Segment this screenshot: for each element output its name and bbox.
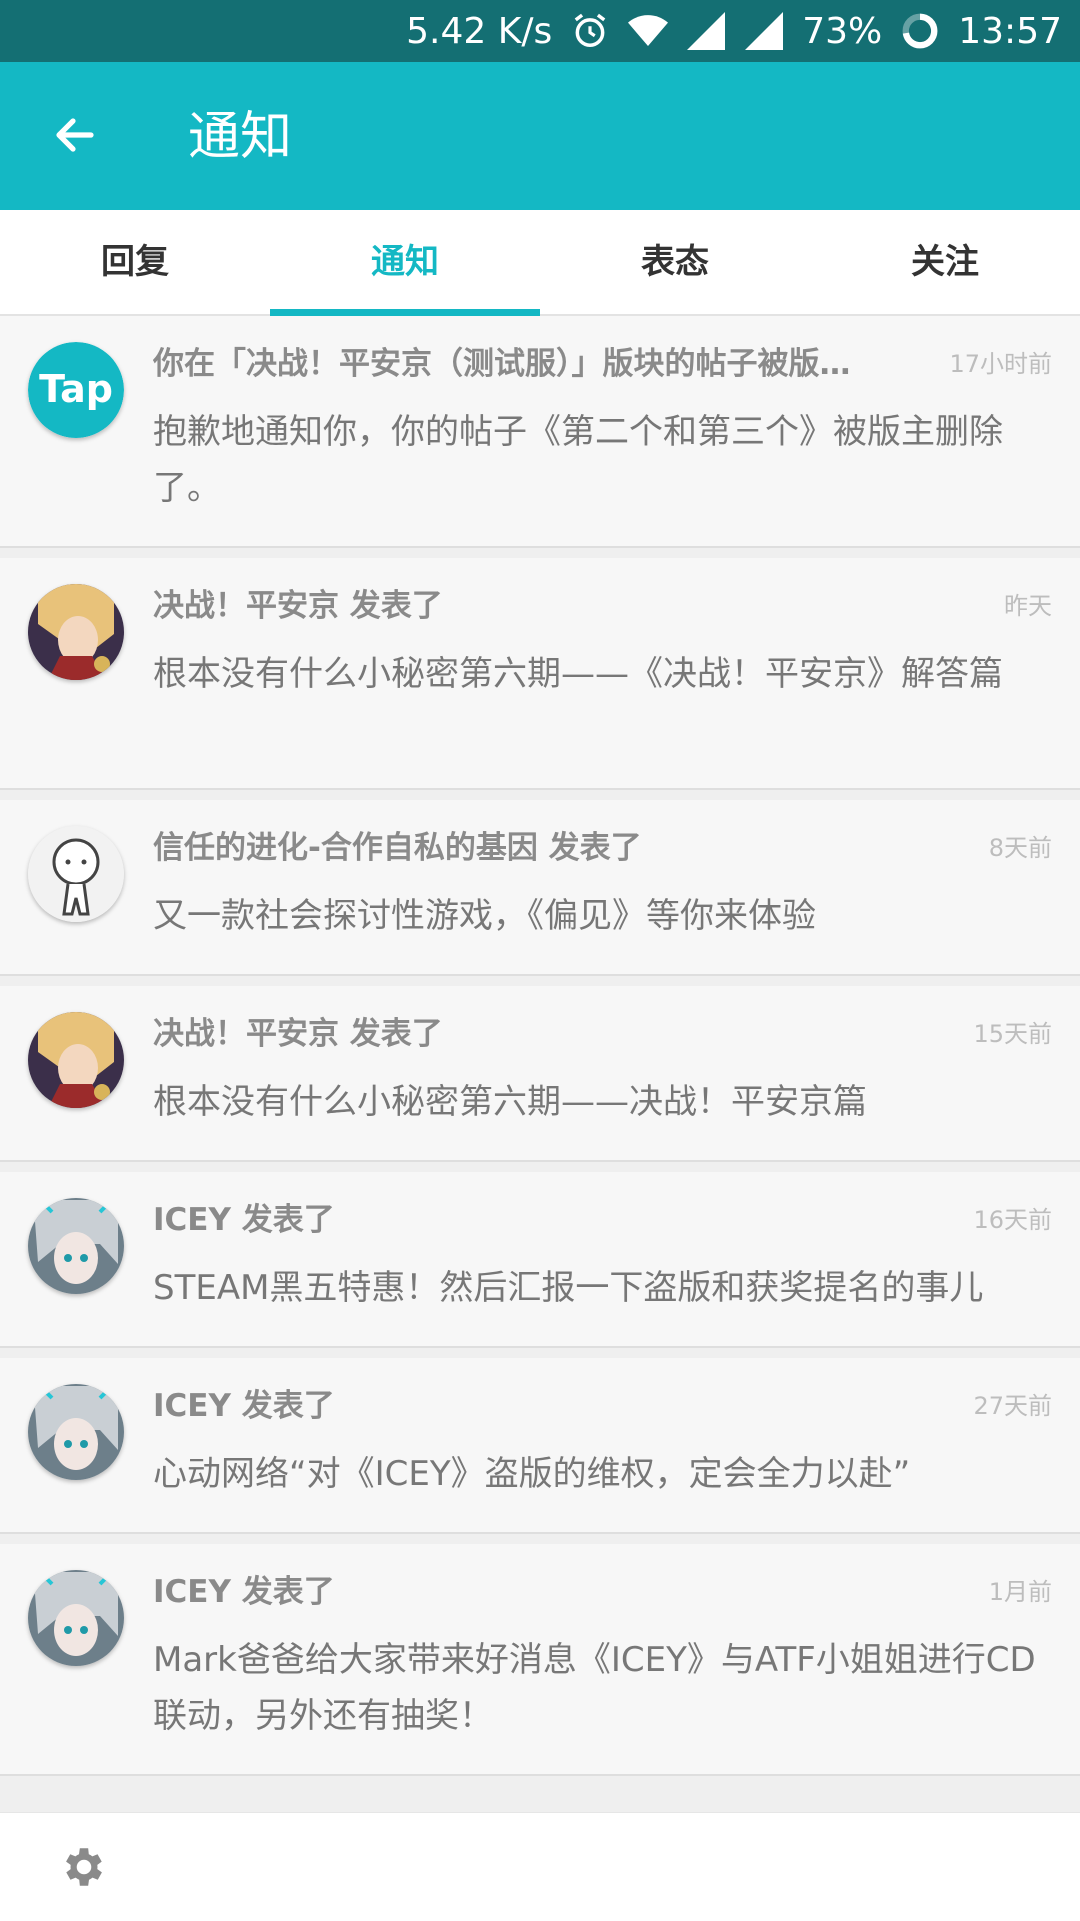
item-title: ICEY 发表了 [153, 1202, 335, 1238]
item-title: 决战！平安京 发表了 [153, 588, 443, 624]
item-title: 信任的进化-合作自私的基因 发表了 [153, 830, 642, 866]
item-title: ICEY 发表了 [153, 1388, 335, 1424]
tab-notifications[interactable]: 通知 [270, 210, 540, 316]
list-item[interactable]: Tap 你在「决战！平安京（测试服）」版块的帖子被版主删除了 17小时前 抱歉地… [0, 316, 1080, 548]
item-body: 抱歉地通知你，你的帖子《第二个和第三个》被版主删除了。 [153, 412, 1003, 508]
icey-avatar[interactable] [28, 1570, 124, 1666]
gear-icon [66, 1848, 102, 1886]
battery-ring-icon [900, 11, 940, 51]
item-body: 根本没有什么小秘密第六期——《决战！平安京》解答篇 [153, 654, 1003, 694]
icey-avatar[interactable] [28, 1384, 124, 1480]
tab-following[interactable]: 关注 [810, 210, 1080, 314]
settings-button[interactable] [56, 1839, 112, 1895]
item-time: 27天前 [973, 1392, 1052, 1420]
item-time: 16天前 [973, 1206, 1052, 1234]
item-time: 15天前 [973, 1020, 1052, 1048]
list-item[interactable]: ICEY 发表了 27天前 心动网络“对《ICEY》盗版的维权，定会全力以赴” [0, 1358, 1080, 1534]
notification-list: Tap 你在「决战！平安京（测试服）」版块的帖子被版主删除了 17小时前 抱歉地… [0, 316, 1080, 1786]
network-speed: 5.42 K/s [406, 10, 553, 52]
item-body: STEAM黑五特惠！然后汇报一下盗版和获奖提名的事儿 [153, 1268, 984, 1308]
item-title: ICEY 发表了 [153, 1574, 335, 1610]
signal-icon-2 [744, 11, 784, 51]
item-body: Mark爸爸给大家带来好消息《ICEY》与ATF小姐姐进行CD联动，另外还有抽奖… [153, 1640, 1036, 1736]
onmyoji-avatar[interactable] [28, 1012, 124, 1108]
alarm-icon [570, 11, 610, 51]
item-body: 根本没有什么小秘密第六期——决战！平安京篇 [153, 1082, 867, 1122]
list-item[interactable]: ICEY 发表了 16天前 STEAM黑五特惠！然后汇报一下盗版和获奖提名的事儿 [0, 1172, 1080, 1348]
item-time: 8天前 [988, 834, 1052, 862]
bottom-bar [0, 1812, 1080, 1921]
signal-icon-1 [686, 11, 726, 51]
list-item[interactable]: 决战！平安京 发表了 昨天 根本没有什么小秘密第六期——《决战！平安京》解答篇 [0, 558, 1080, 790]
tab-replies[interactable]: 回复 [0, 210, 270, 314]
item-body: 心动网络“对《ICEY》盗版的维权，定会全力以赴” [153, 1454, 911, 1494]
stick-figure-avatar[interactable] [28, 826, 124, 922]
tab-reactions[interactable]: 表态 [540, 210, 810, 314]
tab-bar: 回复 通知 表态 关注 [0, 210, 1080, 316]
item-body: 又一款社会探讨性游戏，《偏见》等你来体验 [153, 896, 816, 936]
icey-avatar[interactable] [28, 1198, 124, 1294]
page-title: 通知 [188, 107, 293, 167]
item-time: 17小时前 [949, 350, 1052, 378]
item-title: 你在「决战！平安京（测试服）」版块的帖子被版主删除了 [153, 346, 860, 382]
list-item[interactable]: 决战！平安京 发表了 15天前 根本没有什么小秘密第六期——决战！平安京篇 [0, 986, 1080, 1162]
wifi-icon [628, 11, 669, 51]
item-time: 昨天 [1004, 592, 1052, 620]
back-arrow-icon [56, 118, 94, 152]
clock: 13:57 [958, 10, 1062, 52]
item-title: 决战！平安京 发表了 [153, 1016, 443, 1052]
app-bar: 通知 [0, 62, 1080, 210]
list-item[interactable]: ICEY 发表了 1月前 Mark爸爸给大家带来好消息《ICEY》与ATF小姐姐… [0, 1544, 1080, 1776]
back-button[interactable] [40, 100, 110, 170]
list-item[interactable]: 信任的进化-合作自私的基因 发表了 8天前 又一款社会探讨性游戏，《偏见》等你来… [0, 800, 1080, 976]
status-bar: 5.42 K/s 73% 13:57 [0, 0, 1080, 62]
onmyoji-avatar[interactable] [28, 584, 124, 680]
tap-logo-avatar[interactable]: Tap [28, 342, 124, 438]
battery-percent: 73% [802, 10, 883, 52]
svg-text:Tap: Tap [39, 367, 113, 411]
item-time: 1月前 [988, 1578, 1052, 1606]
